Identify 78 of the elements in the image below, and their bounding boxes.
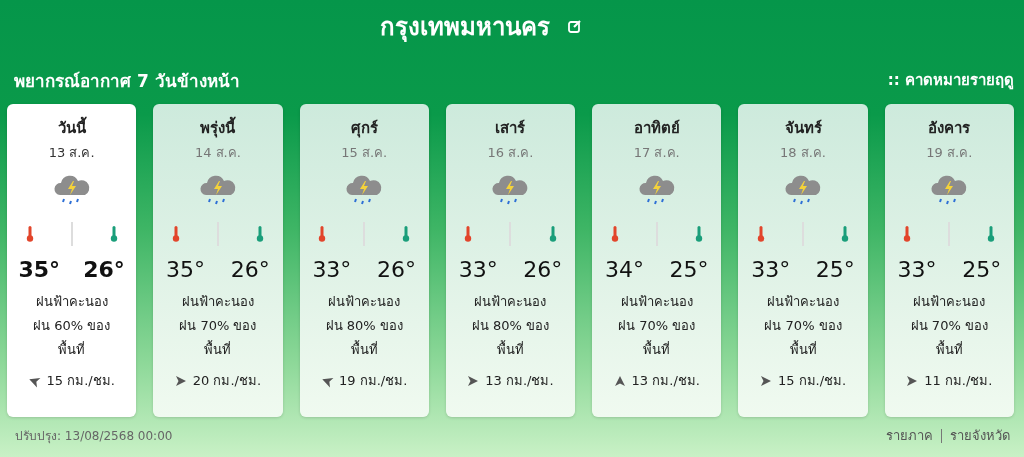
wind-speed: 13 กม./ชม. — [485, 372, 554, 390]
day-card[interactable]: อังคาร 19 ส.ค. 33° 25° ฝนฟ้าคะนอง ฝน 70% ของ พื้นที่ 11 กม./ชม. — [884, 104, 1014, 417]
wind-speed: 13 กม./ชม. — [631, 372, 700, 390]
thermometer-icon — [402, 226, 411, 242]
day-date: 13 ส.ค. — [48, 144, 95, 162]
day-date: 16 ส.ค. — [487, 144, 534, 162]
high-temperature: 34° — [604, 257, 644, 282]
weather-description: ฝนฟ้าคะนอง ฝน 70% ของ พื้นที่ — [618, 293, 696, 359]
low-temperature: 26° — [230, 257, 270, 282]
city-title: กรุงเทพมหานคร — [379, 11, 550, 44]
thermometer-icon — [987, 226, 996, 242]
wind-speed: 15 กม./ชม. — [46, 372, 115, 390]
day-card[interactable]: วันนี้ 13 ส.ค. 35° 26° ฝนฟ้าคะนอง ฝน 60% ของ พื้นที่ 15 กม./ชม. — [7, 104, 137, 417]
thermometer-icon — [694, 226, 703, 242]
day-card[interactable]: พรุ่งนี้ 14 ส.ค. 35° 26° ฝนฟ้าคะนอง ฝน 70% ของ พื้นที่ 20 กม./ชม. — [153, 104, 283, 417]
weather-description: ฝนฟ้าคะนอง ฝน 80% ของ พื้นที่ — [471, 293, 550, 359]
day-date: 19 ส.ค. — [926, 144, 973, 162]
high-temperature: 33° — [312, 257, 352, 282]
thunderstorm-icon — [51, 173, 92, 207]
low-temperature: 26° — [523, 257, 563, 282]
footer-link[interactable]: รายภาค — [886, 425, 933, 446]
thunderstorm-icon — [197, 173, 238, 207]
wind-arrow-icon — [613, 374, 626, 387]
thermometer-icon — [464, 226, 473, 242]
thermometer-icon — [318, 226, 327, 242]
weather-description: ฝนฟ้าคะนอง ฝน 60% ของ พื้นที่ — [33, 293, 111, 359]
weather-description: ฝนฟ้าคะนอง ฝน 70% ของ พื้นที่ — [910, 293, 988, 359]
thermometer-icon — [903, 226, 912, 242]
footer-link[interactable]: รายจังหวัด — [950, 425, 1010, 446]
thermometer-icon — [109, 226, 118, 242]
high-temperature: 33° — [751, 257, 791, 282]
day-name: อังคาร — [928, 118, 971, 138]
day-date: 14 ส.ค. — [194, 144, 241, 162]
wind-arrow-icon — [174, 374, 187, 387]
day-date: 15 ส.ค. — [341, 144, 388, 162]
day-date: 17 ส.ค. — [633, 144, 680, 162]
thermometer-icon — [256, 226, 264, 242]
thermometer-icon — [756, 226, 765, 242]
wind-speed: 20 กม./ชม. — [192, 372, 262, 390]
wind-arrow-icon — [759, 374, 772, 387]
wind-arrow-icon — [906, 374, 919, 387]
edit-icon[interactable] — [567, 19, 582, 33]
day-name: พรุ่งนี้ — [200, 116, 236, 138]
thermometer-icon — [171, 226, 180, 242]
day-card[interactable]: เสาร์ 16 ส.ค. 33° 26° ฝนฟ้าคะนอง ฝน 80% ของ พื้นที่ 13 กม./ชม. — [445, 104, 576, 417]
thermometer-icon — [25, 226, 34, 242]
updated-time: ปรับปรุง: 13/08/2568 00:00 — [15, 428, 173, 445]
seasonal-forecast-link[interactable]: :: คาดหมายรายฤดู — [887, 68, 1014, 92]
low-temperature: 26° — [83, 257, 125, 282]
high-temperature: 35° — [166, 257, 206, 282]
weather-description: ฝนฟ้าคะนอง ฝน 80% ของ พื้นที่ — [325, 293, 403, 359]
day-name: ศุกร์ — [350, 118, 378, 138]
day-card[interactable]: จันทร์ 18 ส.ค. 33° 25° ฝนฟ้าคะนอง ฝน 70% ของ พื้นที่ 15 กม./ชม. — [738, 104, 868, 417]
thunderstorm-icon — [636, 173, 677, 207]
wind-speed: 19 กม./ชม. — [339, 372, 408, 390]
day-name: วันนี้ — [57, 116, 86, 138]
weather-description: ฝนฟ้าคะนอง ฝน 70% ของ พื้นที่ — [764, 293, 842, 359]
low-temperature: 25° — [815, 257, 855, 282]
thermometer-icon — [610, 226, 619, 242]
day-date: 18 ส.ค. — [780, 144, 826, 162]
low-temperature: 25° — [669, 257, 709, 282]
day-name: เสาร์ — [495, 118, 526, 138]
low-temperature: 26° — [377, 257, 416, 282]
day-card[interactable]: อาทิตย์ 17 ส.ค. 34° 25° ฝนฟ้าคะนอง ฝน 70% ของ พื้นที่ 13 กม./ชม. — [592, 104, 722, 417]
day-name: อาทิตย์ — [633, 118, 680, 138]
high-temperature: 33° — [897, 257, 937, 282]
day-card[interactable]: ศุกร์ 15 ส.ค. 33° 26° ฝนฟ้าคะนอง ฝน 80% ของ พื้นที่ 19 กม./ชม. — [299, 104, 429, 417]
thermometer-icon — [841, 226, 850, 242]
high-temperature: 33° — [458, 257, 498, 282]
wind-speed: 11 กม./ชม. — [924, 372, 993, 390]
day-name: จันทร์ — [784, 118, 822, 138]
forecast-heading: พยากรณ์อากาศ 7 วันข้างหน้า — [14, 69, 240, 93]
weather-description: ฝนฟ้าคะนอง ฝน 70% ของ พื้นที่ — [179, 293, 257, 359]
wind-arrow-icon — [467, 374, 480, 387]
wind-speed: 15 กม./ชม. — [777, 372, 847, 390]
thermometer-icon — [548, 226, 557, 242]
high-temperature: 35° — [18, 257, 61, 282]
low-temperature: 25° — [962, 257, 1002, 282]
